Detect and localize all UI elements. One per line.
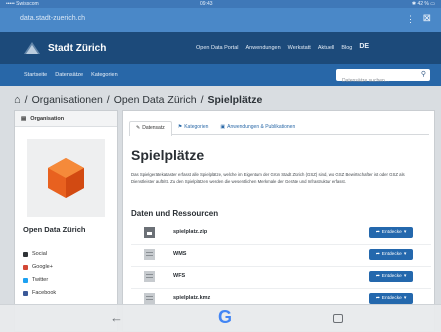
breadcrumb-current[interactable]: Spielplätze <box>208 94 263 106</box>
tab-label: Datensatz <box>142 125 165 131</box>
sub-nav: Startseite Datensätze Kategorien ⚲ <box>0 64 441 87</box>
google-icon[interactable]: G <box>218 307 232 328</box>
recent-apps-icon[interactable] <box>333 314 343 323</box>
site-title[interactable]: Stadt Zürich <box>48 43 106 54</box>
tab-kategorien[interactable]: ⚑ Kategorien <box>172 121 215 134</box>
browser-address-bar[interactable]: data.stadt-zuerich.ch ⋮ ⊠ <box>0 8 441 32</box>
tab-label: Kategorien <box>184 124 209 130</box>
google-plus-icon <box>23 264 28 270</box>
tab-anwendungen[interactable]: ▣ Anwendungen & Publikationen <box>214 121 301 134</box>
language-switch[interactable]: DE <box>359 43 369 51</box>
back-arrow-icon[interactable]: ← <box>110 310 123 325</box>
tab-datensatz[interactable]: ✎ Datensatz <box>129 121 172 136</box>
breadcrumb: ⌂ / Organisationen / Open Data Zürich / … <box>14 94 262 106</box>
nav-aktuell[interactable]: Aktuell <box>318 45 335 51</box>
file-zip-icon <box>144 227 155 238</box>
resource-name[interactable]: WFS <box>173 273 185 279</box>
organisation-heading-label: Organisation <box>30 116 65 122</box>
organisation-name[interactable]: Open Data Zürich <box>23 225 86 234</box>
explore-button-label: Entdecke <box>381 252 402 257</box>
dataset-tabs: ✎ Datensatz ⚑ Kategorien ▣ Anwendungen &… <box>129 121 429 136</box>
android-nav-bar: ← G <box>0 304 441 332</box>
search-input[interactable] <box>336 75 412 87</box>
nav-anwendungen[interactable]: Anwendungen <box>246 45 281 51</box>
breadcrumb-organisationen[interactable]: Organisationen <box>32 94 103 106</box>
wrench-icon: ✎ <box>136 125 141 131</box>
status-bar: ••••• Swisscom 09:43 ✱ 42 % ▭ <box>0 0 441 8</box>
tablet-screen: ••••• Swisscom 09:43 ✱ 42 % ▭ data.stadt… <box>0 0 441 332</box>
breadcrumb-separator: / <box>106 94 110 106</box>
social-label: Social <box>32 251 47 257</box>
nav-werkstatt[interactable]: Werkstatt <box>288 45 311 51</box>
organisation-panel: ▤ Organisation Open Data Zürich Social G… <box>14 110 118 332</box>
explore-button-label: Entdecke <box>381 274 402 279</box>
file-icon <box>144 249 155 260</box>
page-title: Spielplätze <box>131 147 205 163</box>
sitemap-icon: ⚑ <box>177 124 183 130</box>
resources-heading: Daten und Ressourcen <box>131 209 219 218</box>
top-nav: Open Data Portal Anwendungen Werkstatt A… <box>196 43 369 51</box>
tab-label: Anwendungen & Publikationen <box>227 124 296 130</box>
social-item-facebook[interactable]: Facebook <box>23 290 56 296</box>
social-label: Twitter <box>32 277 49 283</box>
breadcrumb-separator: / <box>24 94 28 106</box>
twitter-icon <box>23 277 28 283</box>
explore-button[interactable]: ➦ Entdecke ▾ <box>369 227 413 238</box>
social-item-social[interactable]: Social <box>23 251 56 257</box>
share-arrow-icon: ➦ <box>375 252 380 257</box>
breadcrumb-open-data-zurich[interactable]: Open Data Zürich <box>114 94 197 106</box>
clock-label: 09:43 <box>200 1 213 7</box>
resource-row: spielplatz.zip ➦ Entdecke ▾ <box>131 223 431 245</box>
social-label: Facebook <box>32 290 57 296</box>
explore-button[interactable]: ➦ Entdecke ▾ <box>369 271 413 282</box>
social-item-google-plus[interactable]: Google+ <box>23 264 56 270</box>
resource-list: spielplatz.zip ➦ Entdecke ▾ WMS ➦ Entdec… <box>131 223 431 311</box>
share-arrow-icon: ➦ <box>375 296 380 301</box>
nav-blog[interactable]: Blog <box>341 45 352 51</box>
caret-down-icon: ▾ <box>403 230 407 235</box>
home-icon[interactable]: ⌂ <box>14 94 21 106</box>
building-icon: ▤ <box>21 116 27 122</box>
explore-button-label: Entdecke <box>381 296 402 301</box>
dataset-description: Das Spielgerätekataster erfasst alle Spi… <box>131 172 405 184</box>
explore-button-label: Entdecke <box>381 230 402 235</box>
search-icon[interactable]: ⚲ <box>421 70 426 78</box>
subnav-datensaetze[interactable]: Datensätze <box>55 72 83 78</box>
image-icon: ▣ <box>220 124 226 130</box>
social-item-twitter[interactable]: Twitter <box>23 277 56 283</box>
resource-name[interactable]: spielplatz.kmz <box>173 295 210 301</box>
caret-down-icon: ▾ <box>403 274 407 279</box>
caret-down-icon: ▾ <box>403 252 407 257</box>
share-arrow-icon: ➦ <box>375 274 380 279</box>
share-arrow-icon: ➦ <box>375 230 380 235</box>
nav-open-data-portal[interactable]: Open Data Portal <box>196 45 239 51</box>
subnav-kategorien[interactable]: Kategorien <box>91 72 118 78</box>
social-label: Google+ <box>32 264 53 270</box>
subnav-startseite[interactable]: Startseite <box>24 72 47 78</box>
zurich-logo-icon[interactable] <box>22 40 42 56</box>
hexagon-logo-icon <box>48 158 84 198</box>
url-text[interactable]: data.stadt-zuerich.ch <box>20 15 85 22</box>
file-icon <box>144 271 155 282</box>
battery-label: ✱ 42 % ▭ <box>411 1 435 7</box>
resource-name[interactable]: spielplatz.zip <box>173 229 207 235</box>
share-icon <box>23 251 28 257</box>
facebook-icon <box>23 290 28 296</box>
caret-down-icon: ▾ <box>403 296 407 301</box>
search-box: ⚲ <box>336 69 430 87</box>
site-header: Stadt Zürich Open Data Portal Anwendunge… <box>0 32 441 64</box>
carrier-label: ••••• Swisscom <box>6 1 39 7</box>
resource-name[interactable]: WMS <box>173 251 186 257</box>
organisation-heading: ▤ Organisation <box>15 111 117 127</box>
social-links: Social Google+ Twitter Facebook <box>23 251 56 296</box>
dataset-panel: ✎ Datensatz ⚑ Kategorien ▣ Anwendungen &… <box>122 110 435 332</box>
resource-row: WFS ➦ Entdecke ▾ <box>131 267 431 289</box>
organisation-logo[interactable] <box>27 139 105 217</box>
explore-button[interactable]: ➦ Entdecke ▾ <box>369 249 413 260</box>
more-vert-icon[interactable]: ⋮ <box>406 14 415 25</box>
breadcrumb-separator: / <box>200 94 204 106</box>
explore-button[interactable]: ➦ Entdecke ▾ <box>369 293 413 304</box>
close-icon[interactable]: ⊠ <box>423 13 431 24</box>
resource-row: WMS ➦ Entdecke ▾ <box>131 245 431 267</box>
